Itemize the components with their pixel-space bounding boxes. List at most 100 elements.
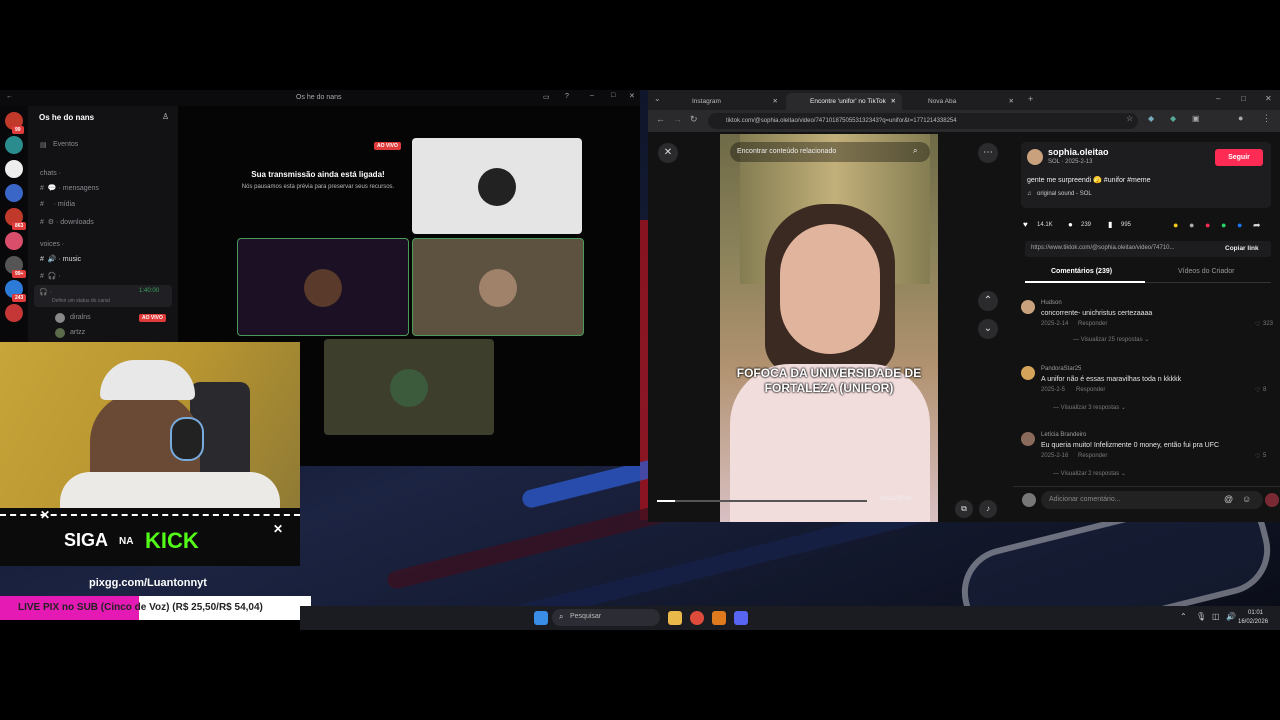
network-icon[interactable]: ◫ xyxy=(1212,612,1220,621)
server-icon[interactable] xyxy=(5,160,23,178)
voice-user[interactable]: diralns xyxy=(70,314,91,321)
next-video-button[interactable]: ⌄ xyxy=(978,319,998,339)
forward-icon[interactable]: → xyxy=(673,114,682,124)
events-link[interactable]: Eventos xyxy=(53,141,78,148)
tiktok-video[interactable]: Encontrar conteúdo relacionado ⌕ FOFOCA … xyxy=(720,134,938,522)
reply-button[interactable]: Responder xyxy=(1078,321,1107,327)
server-icon[interactable] xyxy=(5,304,23,322)
maximize-icon[interactable]: □ xyxy=(611,92,615,99)
reply-button[interactable]: Responder xyxy=(1076,387,1105,393)
channel-mensagens[interactable]: # 💬 · mensagens xyxy=(40,184,99,192)
mention-icon[interactable]: @ xyxy=(1224,494,1233,504)
minimize-icon[interactable]: – xyxy=(590,92,594,99)
voice-user[interactable]: artzz xyxy=(70,329,85,336)
heart-icon[interactable]: ♥ xyxy=(1023,220,1028,229)
avatar[interactable] xyxy=(1027,149,1043,165)
sound-name[interactable]: original sound - SOL xyxy=(1037,191,1092,197)
close-icon[interactable]: ✕ xyxy=(891,93,896,110)
share-friends-icon[interactable]: ● xyxy=(1173,220,1178,230)
tab-new[interactable]: Nova Aba ✕ xyxy=(904,93,1020,110)
extensions-puzzle-icon[interactable]: ▣ xyxy=(1192,114,1200,123)
facebook-icon[interactable]: ● xyxy=(1237,220,1242,230)
avatar[interactable] xyxy=(1021,432,1035,446)
profile-icon[interactable]: ● xyxy=(1238,113,1243,123)
reply-button[interactable]: Responder xyxy=(1078,453,1107,459)
server-icon[interactable] xyxy=(5,184,23,202)
category-chats[interactable]: chats · xyxy=(40,170,61,177)
previous-video-button[interactable]: ⌃ xyxy=(978,291,998,311)
close-icon[interactable]: ✕ xyxy=(1009,93,1014,110)
server-name[interactable]: Os he do nans xyxy=(39,113,94,122)
microphone-app-icon[interactable] xyxy=(712,611,726,625)
comment-author[interactable]: PandoraStar25 xyxy=(1041,366,1081,372)
view-replies-button[interactable]: — Visualizar 2 respostas ⌄ xyxy=(1053,470,1126,477)
back-icon[interactable]: ← xyxy=(656,114,665,124)
stream-tile[interactable] xyxy=(412,138,582,234)
voice-channel-active[interactable]: 🎧 · 1:40:00 Definir um status do canal xyxy=(34,285,172,307)
author-name[interactable]: sophia.oleitao xyxy=(1048,147,1109,157)
emoji-icon[interactable]: ☺ xyxy=(1242,494,1251,504)
related-search-input[interactable]: Encontrar conteúdo relacionado ⌕ xyxy=(730,142,930,162)
clock-time[interactable]: 01:01 xyxy=(1248,610,1263,616)
whatsapp-icon[interactable]: ● xyxy=(1221,220,1226,230)
server-icon[interactable] xyxy=(5,232,23,250)
view-replies-button[interactable]: — Visualizar 25 respostas ⌄ xyxy=(1073,336,1149,343)
follow-button[interactable]: Seguir xyxy=(1215,149,1263,166)
extension-icon[interactable]: ◆ xyxy=(1148,114,1154,123)
avatar[interactable] xyxy=(1021,300,1035,314)
tab-comments[interactable]: Comentários (239) xyxy=(1051,268,1112,275)
tab-instagram[interactable]: Instagram ✕ xyxy=(668,93,784,110)
channel-music[interactable]: # 🔊 · music xyxy=(40,255,81,263)
back-icon[interactable]: ← xyxy=(6,93,13,100)
discord-icon[interactable] xyxy=(734,611,748,625)
new-tab-icon[interactable]: + xyxy=(1028,94,1033,104)
close-icon[interactable]: ✕ xyxy=(773,93,778,110)
chrome-icon[interactable] xyxy=(690,611,704,625)
heart-icon[interactable]: ♡ xyxy=(1255,453,1260,460)
comment-icon[interactable]: ● xyxy=(1068,220,1073,229)
tray-chevron-icon[interactable]: ⌃ xyxy=(1180,612,1187,621)
search-icon[interactable]: ⌕ xyxy=(913,146,917,156)
clock-date[interactable]: 16/02/2026 xyxy=(1238,619,1268,625)
close-icon[interactable]: ✕ xyxy=(629,92,635,100)
tab-search-icon[interactable]: ⌄ xyxy=(654,94,661,103)
inbox-icon[interactable]: ▭ xyxy=(543,93,550,101)
add-comment-input[interactable]: Adicionar comentário... @ ☺ xyxy=(1041,491,1263,509)
bookmark-star-icon[interactable]: ☆ xyxy=(1126,114,1133,123)
close-video-button[interactable]: ✕ xyxy=(658,143,678,163)
video-progress-track[interactable] xyxy=(657,500,867,502)
avatar[interactable] xyxy=(1021,366,1035,380)
embed-icon[interactable]: ● xyxy=(1189,220,1194,230)
bookmark-icon[interactable]: ▮ xyxy=(1108,220,1112,229)
volume-icon[interactable]: 🔊 xyxy=(1226,612,1236,621)
stream-tile[interactable] xyxy=(324,339,494,435)
stream-tile[interactable] xyxy=(412,238,584,336)
help-icon[interactable]: ? xyxy=(565,93,569,100)
extension-icon[interactable]: ◆ xyxy=(1170,114,1176,123)
channel-midia[interactable]: # · mídia xyxy=(40,201,75,208)
comment-author[interactable]: Letícia Brandeiro xyxy=(1041,432,1086,438)
maximize-icon[interactable]: □ xyxy=(1241,94,1246,103)
add-user-icon[interactable]: ♙ xyxy=(162,112,169,121)
close-icon[interactable]: ✕ xyxy=(1265,94,1272,103)
windows-start-icon[interactable] xyxy=(534,611,548,625)
menu-icon[interactable]: ⋮ xyxy=(1262,113,1271,124)
taskbar-search[interactable]: ⌕ Pesquisar xyxy=(552,609,660,626)
minimize-icon[interactable]: – xyxy=(1216,94,1220,103)
view-replies-button[interactable]: — Visualizar 3 respostas ⌄ xyxy=(1053,404,1126,411)
tab-creator-videos[interactable]: Vídeos do Criador xyxy=(1178,268,1234,275)
share-arrow-icon[interactable]: ➦ xyxy=(1253,220,1261,231)
heart-icon[interactable]: ♡ xyxy=(1255,321,1260,328)
reload-icon[interactable]: ↻ xyxy=(690,114,698,125)
copy-link-button[interactable]: Copiar link xyxy=(1225,245,1259,252)
picture-in-picture-button[interactable]: ⧉ xyxy=(955,500,973,518)
post-comment-button[interactable] xyxy=(1265,493,1279,507)
category-voices[interactable]: voices · xyxy=(40,241,64,248)
volume-icon[interactable]: ♪ xyxy=(979,500,997,518)
tab-tiktok[interactable]: Encontre 'unifor' no TikTok ✕ xyxy=(786,93,902,110)
channel-downloads[interactable]: # ⚙ · downloads xyxy=(40,218,94,226)
mic-tray-icon[interactable]: 🎙 xyxy=(1196,612,1206,621)
send-icon[interactable]: ● xyxy=(1205,220,1210,230)
more-options-button[interactable]: ⋯ xyxy=(978,143,998,163)
server-icon[interactable] xyxy=(5,136,23,154)
